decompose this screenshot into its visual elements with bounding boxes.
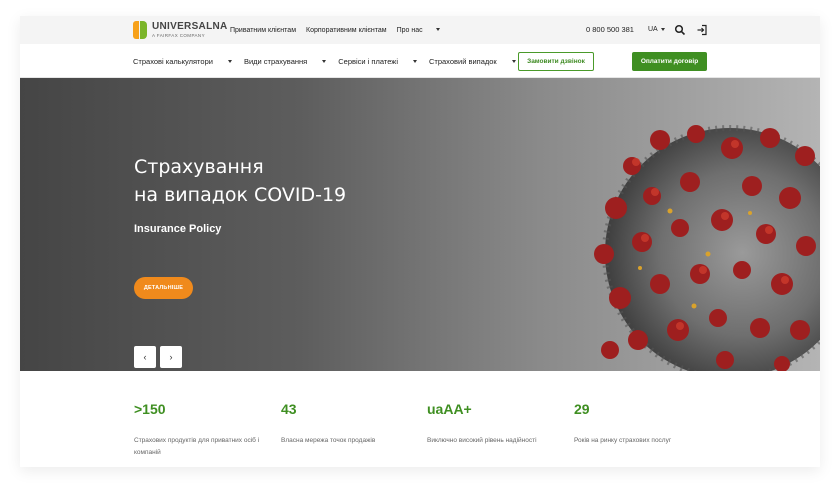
page-frame: UNIVERSALNA A FAIRFAX COMPANY Приватним … — [20, 16, 820, 467]
stat-label: Страхових продуктів для приватних осіб і… — [134, 437, 260, 456]
stat-value: 29 — [574, 401, 590, 417]
hero-title-line2: на випадок COVID-19 — [134, 184, 347, 206]
hero-banner: Страхування на випадок COVID-19 Insuranc… — [20, 78, 820, 371]
hero-title-line1: Страхування — [134, 156, 264, 178]
slider-prev-button[interactable]: ‹ — [134, 346, 156, 368]
stat-value: 43 — [281, 401, 297, 417]
logo-subtitle: A FAIRFAX COMPANY — [152, 32, 205, 38]
stat-label: Власна мережа точок продажів — [281, 437, 376, 444]
logo-name: UNIVERSALNA — [152, 20, 228, 32]
slider-next-button[interactable]: › — [160, 346, 182, 368]
phone-number[interactable]: 0 800 500 381 — [586, 16, 634, 44]
hero-title: Страхування на випадок COVID-19 — [134, 153, 346, 209]
logo[interactable]: UNIVERSALNA A FAIRFAX COMPANY — [133, 19, 228, 41]
nav-insurance-types-label: Види страхування — [243, 56, 308, 66]
chevron-down-icon — [660, 27, 665, 31]
details-button[interactable]: ДЕТАЛЬНІШЕ — [134, 277, 193, 299]
top-bar: UNIVERSALNA A FAIRFAX COMPANY Приватним … — [20, 16, 820, 44]
order-call-button[interactable]: Замовити дзвінок — [518, 52, 594, 71]
stat-label: Років на ринку страхових послуг — [574, 437, 672, 444]
stat-value: >150 — [134, 401, 166, 417]
main-nav: Страхові калькулятори Види страхування С… — [20, 44, 820, 78]
stat-value: uaAA+ — [427, 401, 472, 417]
nav-calculators[interactable]: Страхові калькулятори — [133, 57, 232, 66]
top-links: Приватним клієнтам Корпоративним клієнта… — [230, 16, 450, 44]
nav-calculators-label: Страхові калькулятори — [133, 56, 213, 66]
pay-contract-button[interactable]: Оплатити договір — [632, 52, 707, 71]
hero-subtitle: Insurance Policy — [134, 223, 222, 235]
stats-section: >150 Страхових продуктів для приватних о… — [20, 371, 820, 467]
link-corporate-clients[interactable]: Корпоративним клієнтам — [306, 27, 387, 34]
language-select[interactable]: UA — [648, 16, 665, 44]
stat-label: Виключно високий рівень надійності — [427, 437, 537, 444]
chevron-down-icon — [511, 60, 516, 64]
coronavirus-image — [594, 125, 820, 371]
link-about-menu[interactable]: Про нас — [397, 27, 440, 34]
chevron-down-icon — [227, 60, 232, 64]
chevron-down-icon — [322, 60, 327, 64]
nav-insurance-types[interactable]: Види страхування — [243, 56, 327, 66]
language-label: UA — [648, 26, 658, 33]
link-private-clients[interactable]: Приватним клієнтам — [230, 27, 296, 34]
logo-mark-icon — [133, 21, 147, 39]
nav-services-payments-label: Сервіси і платежі — [338, 56, 398, 66]
nav-insurance-case-label: Страховий випадок — [428, 56, 497, 66]
nav-insurance-case[interactable]: Страховий випадок — [429, 57, 516, 66]
chevron-down-icon — [435, 28, 440, 32]
login-icon[interactable] — [696, 24, 708, 36]
link-about-label: Про нас — [396, 26, 423, 34]
chevron-down-icon — [412, 60, 417, 64]
search-icon[interactable] — [674, 24, 686, 36]
nav-services-payments[interactable]: Сервіси і платежі — [338, 57, 417, 66]
